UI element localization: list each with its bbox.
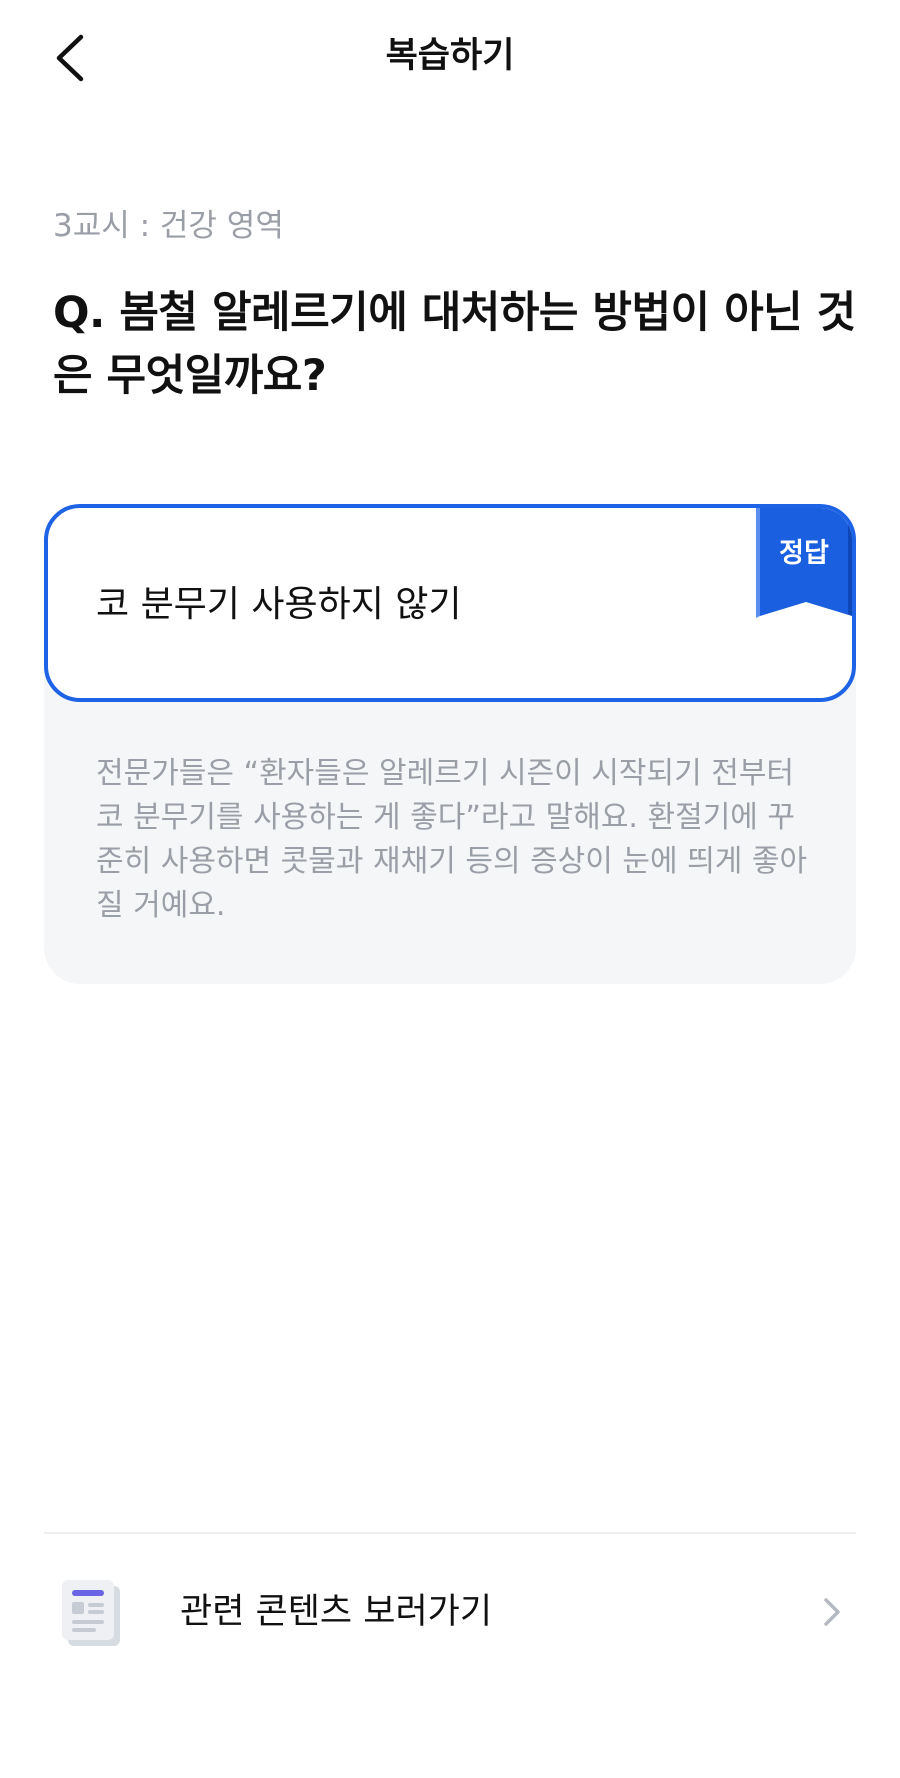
review-page: 복습하기 3교시 : 건강 영역 Q. 봄철 알레르기에 대처하는 방법이 아닌… bbox=[0, 0, 900, 1778]
divider bbox=[44, 1532, 856, 1534]
related-content-link[interactable]: 관련 콘텐츠 보러가기 bbox=[44, 1560, 856, 1664]
answer-text: 코 분무기 사용하지 않기 bbox=[96, 584, 462, 625]
page-title: 복습하기 bbox=[385, 36, 515, 76]
related-content-label: 관련 콘텐츠 보러가기 bbox=[180, 1592, 493, 1632]
answer-explanation: 전문가들은 “환자들은 알레르기 시즌이 시작되기 전부터 코 분무기를 사용하… bbox=[96, 756, 808, 923]
document-icon bbox=[62, 1580, 120, 1646]
subject-label: 3교시 : 건강 영역 bbox=[53, 208, 284, 244]
correct-answer-badge: 정답 bbox=[756, 508, 852, 620]
correct-answer-card: 코 분무기 사용하지 않기 정답 bbox=[44, 504, 856, 702]
chevron-right-icon bbox=[824, 1598, 840, 1626]
badge-label: 정답 bbox=[779, 538, 829, 569]
answer-section: 코 분무기 사용하지 않기 정답 전문가들은 “환자들은 알레르기 시즌이 시작… bbox=[44, 504, 856, 984]
header: 복습하기 bbox=[0, 0, 900, 116]
question-text: Q. 봄철 알레르기에 대처하는 방법이 아닌 것은 무엇일까요? bbox=[53, 288, 856, 401]
